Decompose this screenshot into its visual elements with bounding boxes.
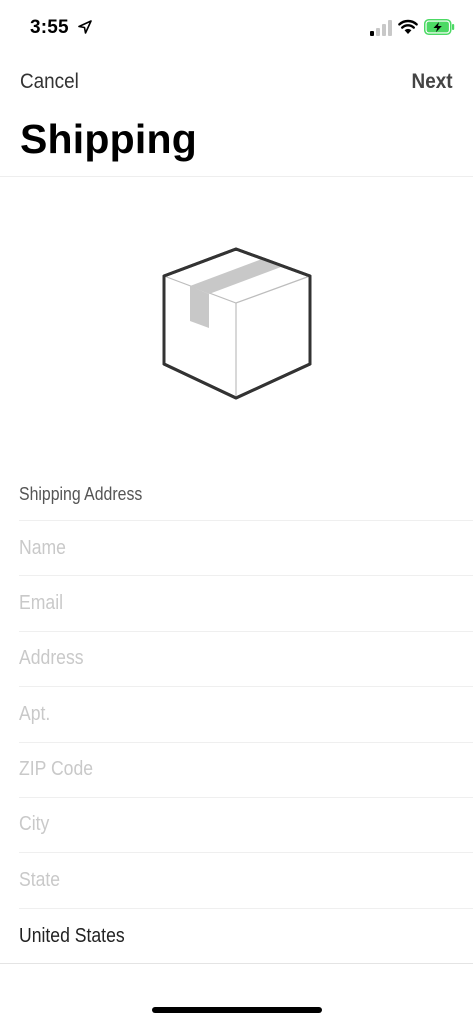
zip-code-field[interactable] [19,742,398,797]
status-bar: 3:55 [0,0,473,56]
page-title: Shipping [20,116,197,162]
zip-row [19,741,473,797]
shipping-screen: 3:55 Cancel Next Shipping Shipping Addre… [0,0,473,1024]
location-arrow-icon [78,20,92,34]
name-row [19,520,473,575]
title-divider [0,176,473,177]
status-time: 3:55 [30,17,69,38]
country-value: United States [19,924,125,947]
address-field[interactable] [19,631,398,686]
apt-row [19,686,473,742]
state-row [19,852,473,908]
cancel-button[interactable]: Cancel [20,70,79,94]
section-header-shipping-address: Shipping Address [19,484,143,504]
cellular-signal-icon [370,20,392,36]
country-selector[interactable]: United States [19,907,473,963]
apt-field[interactable] [19,687,398,742]
city-row [19,796,473,852]
wifi-icon [398,19,418,34]
address-row [19,630,473,686]
state-field[interactable] [19,853,398,908]
form-bottom-divider [0,963,473,964]
package-box-icon [162,247,312,400]
name-field[interactable] [19,521,398,575]
city-field[interactable] [19,797,398,852]
shipping-address-form: United States [0,520,473,963]
battery-charging-icon [424,19,455,35]
email-row [19,575,473,631]
home-indicator[interactable] [152,1007,322,1013]
email-field[interactable] [19,576,398,631]
next-button[interactable]: Next [412,70,453,94]
